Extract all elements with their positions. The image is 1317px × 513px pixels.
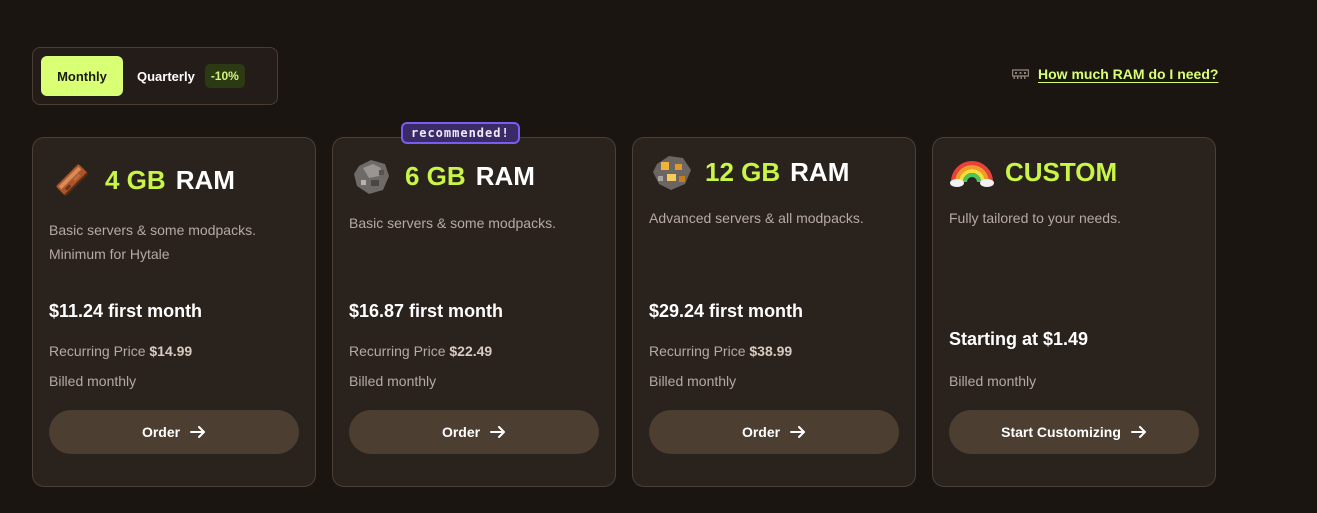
quarterly-option[interactable]: Quarterly -10% [137, 56, 267, 96]
starting-price: Starting at $1.49 [949, 329, 1089, 349]
start-customizing-label: Start Customizing [1001, 424, 1121, 440]
plan-title: CUSTOM [949, 150, 1117, 194]
order-button[interactable]: Order [49, 410, 299, 454]
billing-note: Billed monthly [49, 373, 137, 389]
first-month-price: $16.87 first month [349, 301, 504, 321]
billing-note: Billed monthly [349, 373, 437, 389]
plan-title: 6 GB RAM [349, 154, 535, 198]
plan-suffix: RAM [475, 160, 535, 191]
ram-help-label: How much RAM do I need? [1038, 66, 1219, 82]
plan-title: 12 GB RAM [649, 150, 849, 194]
order-button[interactable]: Order [649, 410, 899, 454]
arrow-right-icon [1130, 426, 1146, 438]
discount-badge: -10% [204, 64, 245, 88]
plan-description: Fully tailored to your needs. [949, 210, 1121, 226]
recurring-amount: $22.49 [449, 343, 493, 359]
recurring-price: Recurring Price $22.49 [349, 343, 492, 359]
recommended-badge: recommended! [401, 122, 520, 144]
copper-ingot-icon [56, 164, 89, 197]
plan-card-12gb: 12 GB RAM Advanced servers & all modpack… [632, 137, 916, 487]
monthly-option[interactable]: Monthly [41, 56, 123, 96]
recurring-label: Recurring Price [49, 343, 146, 359]
billing-note: Billed monthly [949, 373, 1037, 389]
iron-ore-icon [354, 160, 389, 194]
order-button-label: Order [141, 424, 181, 440]
order-button-label: Order [441, 424, 481, 440]
plan-size: 6 GB [405, 160, 466, 191]
arrow-right-icon [190, 426, 206, 438]
plan-card-4gb: 4 GB RAM Basic servers & some modpacks. … [32, 137, 316, 487]
plan-card-6gb: 6 GB RAM Basic servers & some modpacks. … [332, 137, 616, 487]
arrow-right-icon [490, 426, 506, 438]
plan-size: 12 GB [705, 156, 781, 187]
plan-title: 4 GB RAM [49, 158, 235, 202]
plan-card-custom: CUSTOM Fully tailored to your needs. Sta… [932, 137, 1216, 487]
ram-help-link[interactable]: How much RAM do I need? [1012, 66, 1218, 82]
plan-size: CUSTOM [1005, 156, 1118, 187]
plan-suffix: RAM [790, 156, 850, 187]
rainbow-icon [950, 161, 994, 187]
ram-stick-icon [1012, 68, 1029, 79]
recurring-amount: $38.99 [749, 343, 793, 359]
recurring-label: Recurring Price [349, 343, 446, 359]
recurring-price: Recurring Price $38.99 [649, 343, 792, 359]
start-customizing-button[interactable]: Start Customizing [949, 410, 1199, 454]
plan-suffix: RAM [175, 164, 235, 195]
recurring-price: Recurring Price $14.99 [49, 343, 192, 359]
gold-ore-icon [653, 156, 691, 190]
plan-size: 4 GB [105, 164, 166, 195]
quarterly-label: Quarterly [137, 68, 195, 84]
arrow-right-icon [790, 426, 806, 438]
first-month-price: $29.24 first month [649, 301, 804, 321]
plan-description: Basic servers & some modpacks. [349, 215, 556, 231]
billing-period-toggle: Monthly Quarterly -10% [32, 47, 278, 105]
recurring-amount: $14.99 [149, 343, 193, 359]
plan-description: Advanced servers & all modpacks. [649, 210, 864, 226]
billing-note: Billed monthly [649, 373, 737, 389]
first-month-price: $11.24 first month [49, 301, 203, 321]
order-button[interactable]: Order [349, 410, 599, 454]
plan-description: Basic servers & some modpacks. Minimum f… [49, 222, 256, 262]
order-button-label: Order [741, 424, 781, 440]
recurring-label: Recurring Price [649, 343, 746, 359]
